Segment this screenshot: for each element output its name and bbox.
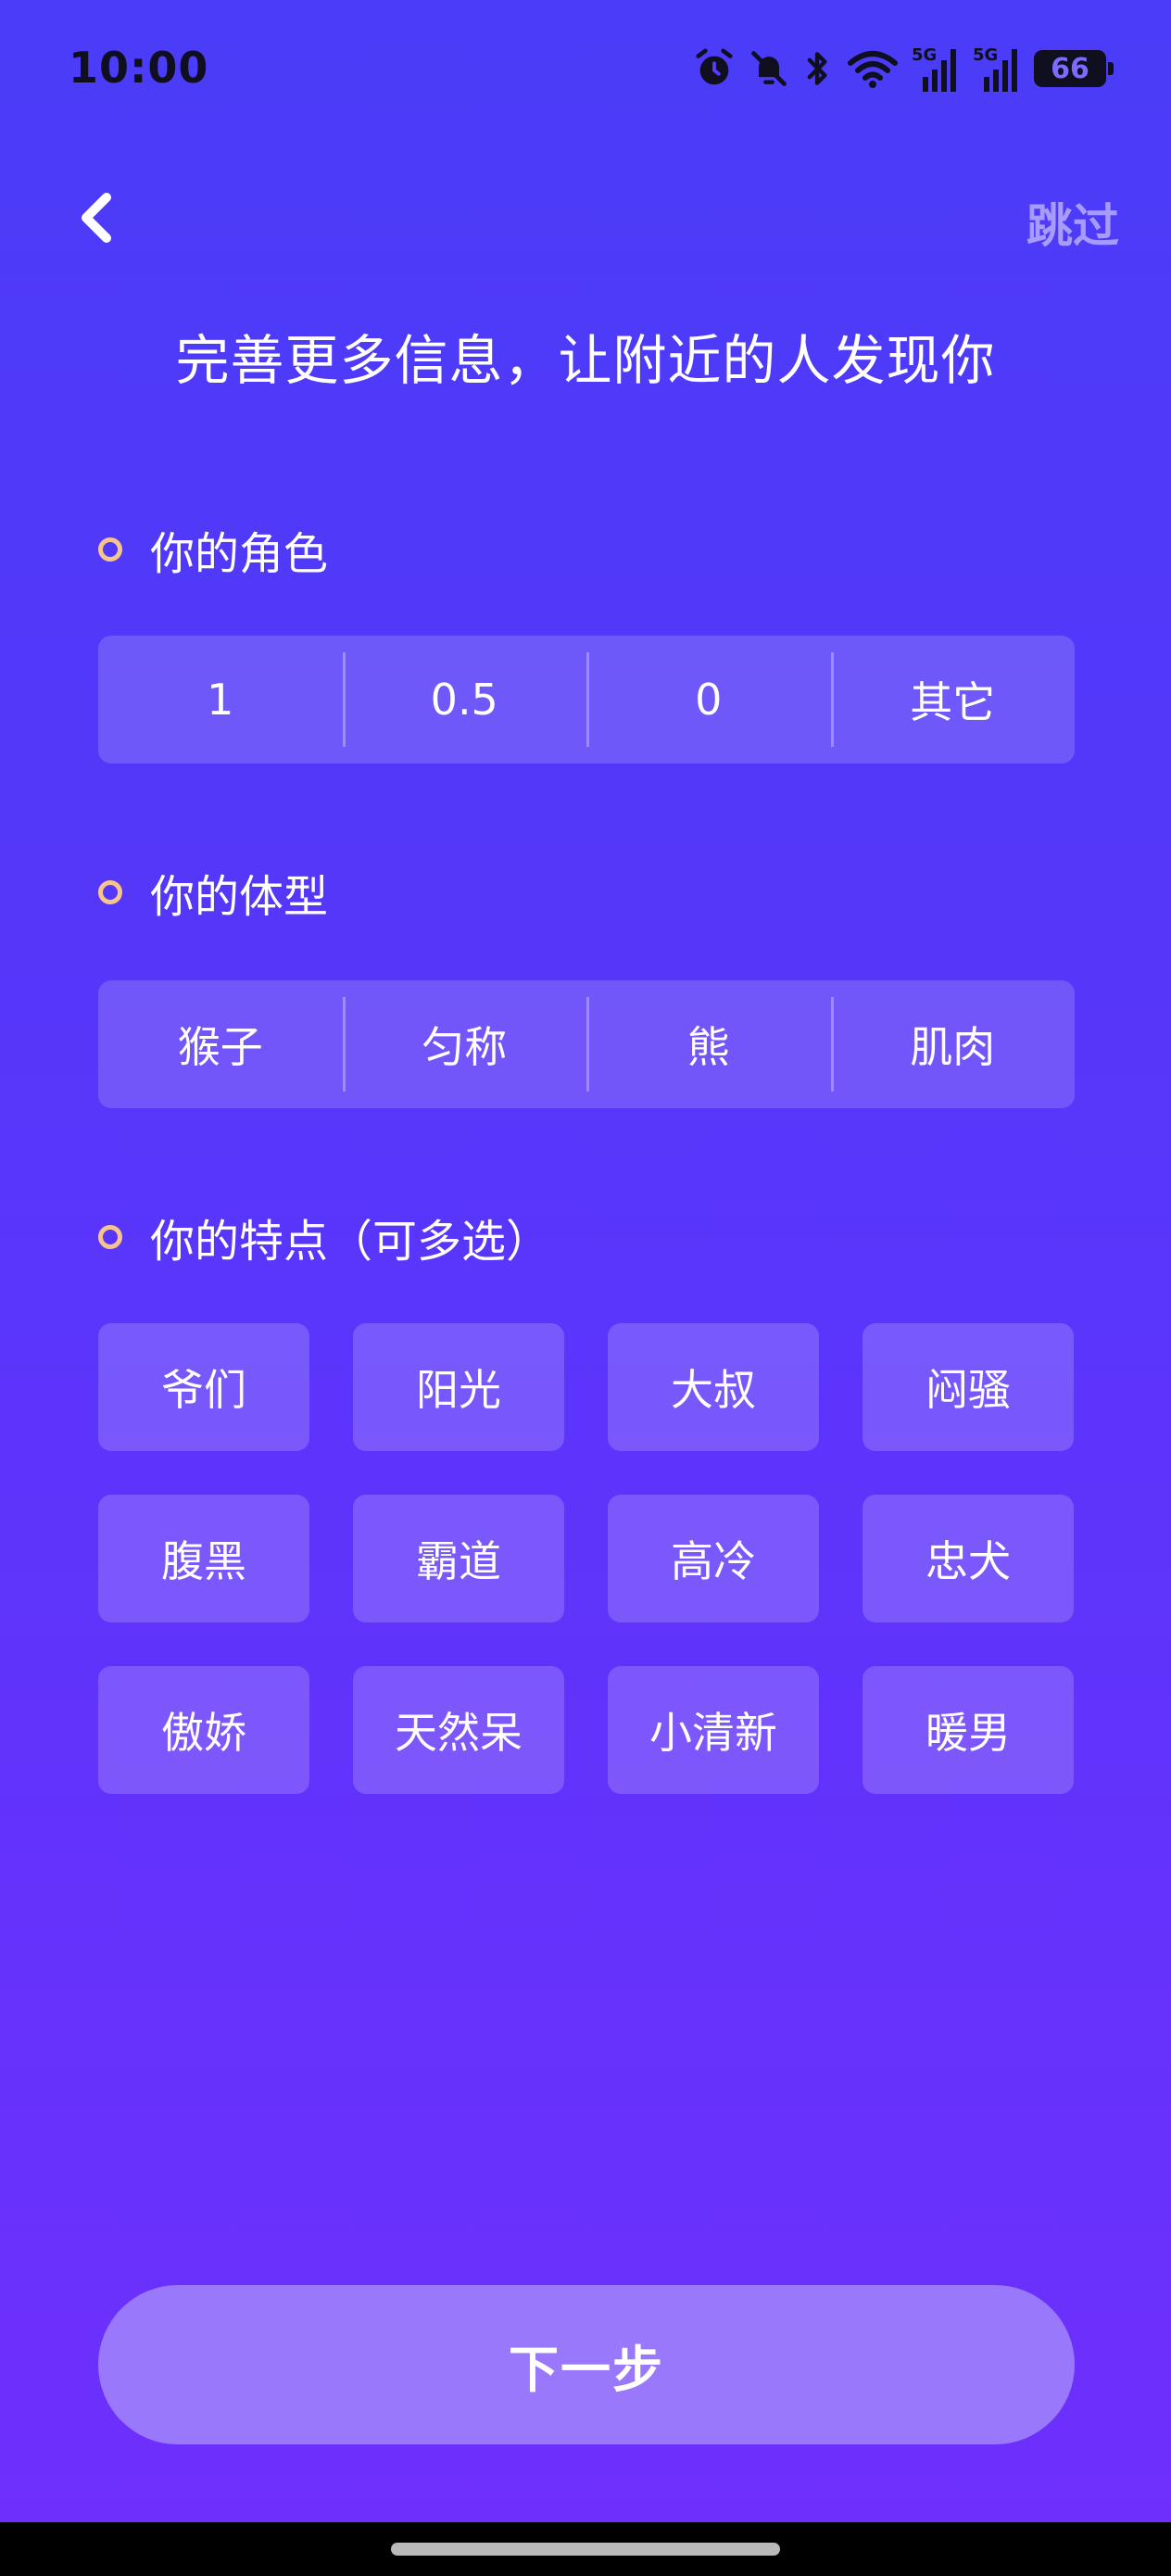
home-indicator[interactable] — [391, 2543, 780, 2556]
traits-section-heading: 你的特点（可多选） — [98, 1205, 550, 1269]
trait-tag[interactable]: 忠犬 — [863, 1495, 1074, 1623]
network-type-label: 5G — [912, 45, 938, 65]
role-heading-label: 你的角色 — [150, 528, 329, 580]
role-option-other[interactable]: 其它 — [830, 636, 1076, 764]
body-option-muscle[interactable]: 肌肉 — [830, 980, 1076, 1108]
next-step-button[interactable]: 下一步 — [98, 2285, 1075, 2444]
trait-tag[interactable]: 天然呆 — [353, 1666, 564, 1794]
status-icons: 5G 5G 66 — [693, 43, 1114, 95]
chevron-left-icon — [82, 193, 111, 243]
battery-icon: 66 — [1034, 50, 1114, 87]
role-selector: 1 0.5 0 其它 — [98, 636, 1075, 764]
bullet-dot-icon — [98, 537, 122, 562]
body-type-selector: 猴子 匀称 熊 肌肉 — [98, 980, 1075, 1108]
traits-tag-grid: 爷们 阳光 大叔 闷骚 腹黑 霸道 高冷 忠犬 傲娇 天然呆 小清新 暖男 — [98, 1323, 1075, 1794]
trait-tag[interactable]: 阳光 — [353, 1323, 564, 1451]
bullet-dot-icon — [98, 880, 122, 904]
traits-heading-label: 你的特点（可多选） — [150, 1216, 551, 1268]
body-option-bear[interactable]: 熊 — [586, 980, 831, 1108]
trait-tag[interactable]: 傲娇 — [98, 1666, 309, 1794]
signal-icon: 5G — [912, 45, 960, 92]
wifi-icon — [847, 48, 899, 89]
battery-level: 66 — [1051, 52, 1089, 85]
trait-tag[interactable]: 暖男 — [863, 1666, 1074, 1794]
body-heading-label: 你的体型 — [150, 871, 329, 923]
trait-tag[interactable]: 霸道 — [353, 1495, 564, 1623]
onboarding-screen: 10:00 5G 5G 66 跳过 完善更多信息，让附近的人发现你 你的角色 1… — [0, 0, 1171, 2576]
alarm-icon — [693, 47, 736, 90]
role-option-0[interactable]: 0 — [586, 636, 831, 764]
role-option-1[interactable]: 1 — [98, 636, 343, 764]
bell-off-icon — [749, 48, 789, 89]
skip-button[interactable]: 跳过 — [1026, 189, 1119, 256]
status-bar: 10:00 5G 5G 66 — [0, 0, 1171, 139]
trait-tag[interactable]: 爷们 — [98, 1323, 309, 1451]
role-section-heading: 你的角色 — [98, 517, 328, 582]
trait-tag[interactable]: 小清新 — [608, 1666, 819, 1794]
trait-tag[interactable]: 腹黑 — [98, 1495, 309, 1623]
body-option-monkey[interactable]: 猴子 — [98, 980, 343, 1108]
trait-tag[interactable]: 大叔 — [608, 1323, 819, 1451]
bullet-dot-icon — [98, 1225, 122, 1249]
status-time: 10:00 — [69, 43, 209, 93]
body-option-balanced[interactable]: 匀称 — [342, 980, 587, 1108]
role-option-0-5[interactable]: 0.5 — [342, 636, 587, 764]
trait-tag[interactable]: 闷骚 — [863, 1323, 1074, 1451]
bluetooth-icon — [802, 48, 834, 89]
trait-tag[interactable]: 高冷 — [608, 1495, 819, 1623]
signal-icon: 5G — [973, 45, 1021, 92]
system-nav-bar — [0, 2522, 1171, 2576]
network-type-label: 5G — [973, 45, 999, 65]
page-title: 完善更多信息，让附近的人发现你 — [175, 329, 996, 392]
body-section-heading: 你的体型 — [98, 860, 328, 925]
back-button[interactable] — [65, 185, 130, 250]
